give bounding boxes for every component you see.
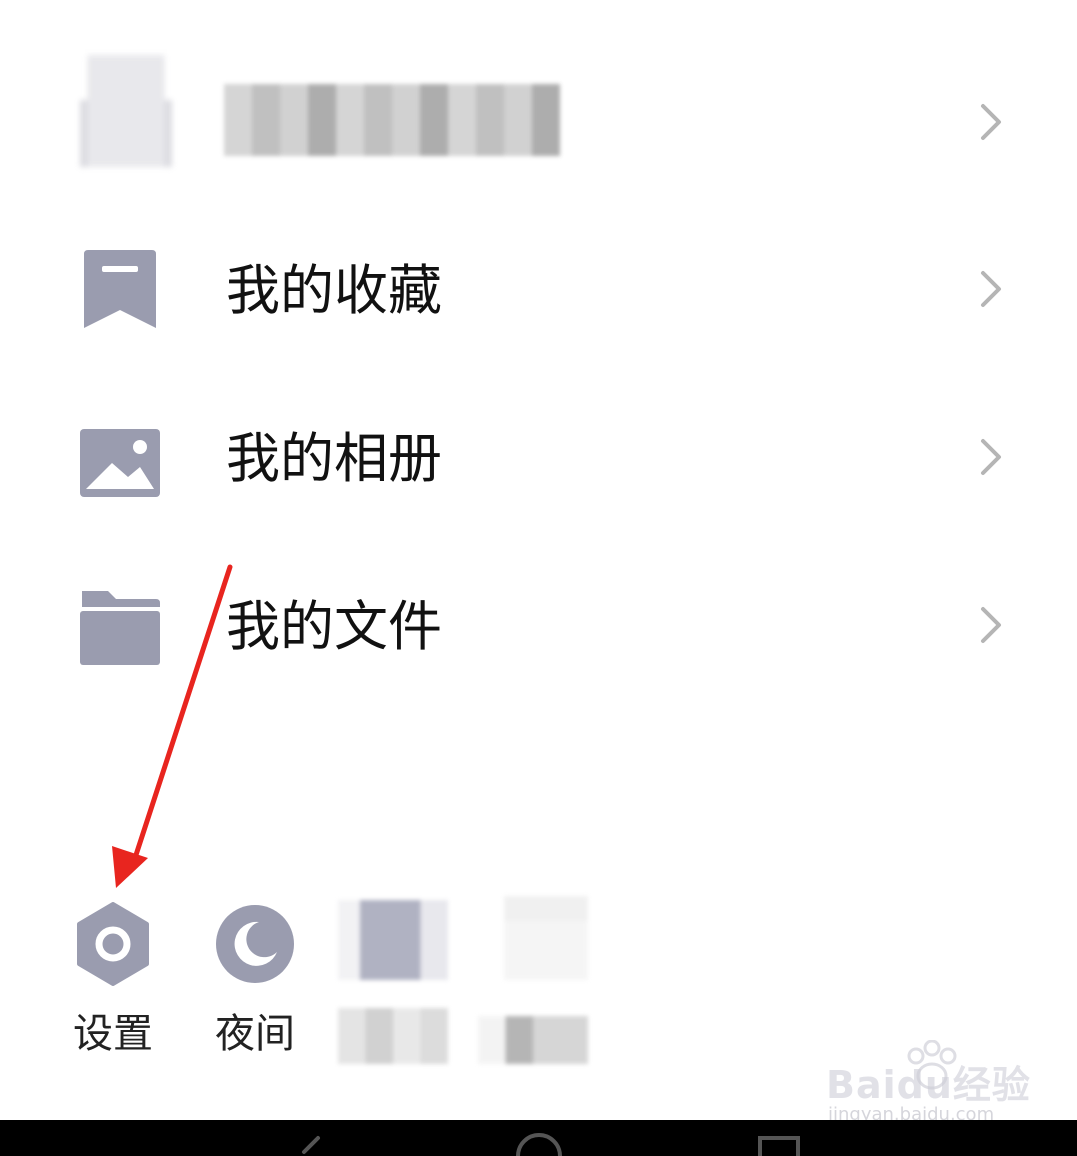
redacted-tool-label bbox=[338, 1008, 448, 1064]
watermark-brand: Baidu经验 bbox=[826, 1063, 1031, 1107]
menu-label-album: 我的相册 bbox=[226, 427, 442, 490]
recents-icon[interactable] bbox=[756, 1134, 802, 1156]
night-mode-button[interactable]: 夜间 bbox=[200, 880, 310, 1070]
redacted-text bbox=[224, 84, 560, 156]
redacted-avatar bbox=[80, 55, 172, 167]
chevron-right-icon bbox=[981, 104, 1001, 140]
menu-row-files[interactable]: 我的文件 bbox=[0, 551, 1077, 701]
chevron-right-icon bbox=[981, 607, 1001, 643]
night-mode-label: 夜间 bbox=[215, 1011, 295, 1057]
chevron-right-icon bbox=[981, 439, 1001, 475]
moon-icon bbox=[216, 905, 294, 983]
chevron-right-icon bbox=[981, 271, 1001, 307]
system-nav-bar bbox=[0, 1120, 1077, 1156]
menu-row-album[interactable]: 我的相册 bbox=[0, 383, 1077, 533]
menu-label-files: 我的文件 bbox=[226, 595, 442, 658]
folder-icon bbox=[80, 591, 160, 665]
menu-row-favorites[interactable]: 我的收藏 bbox=[0, 215, 1077, 365]
settings-label: 设置 bbox=[73, 1011, 153, 1057]
redacted-tool-icon bbox=[504, 896, 588, 980]
menu-row-redacted[interactable] bbox=[0, 45, 1077, 195]
home-icon[interactable] bbox=[514, 1132, 564, 1156]
app-screen: { "menu": { "items": [ { "id": "redacted… bbox=[0, 0, 1077, 1156]
hexagon-gear-icon bbox=[77, 902, 149, 986]
settings-button[interactable]: 设置 bbox=[58, 880, 168, 1070]
redacted-tool-button[interactable] bbox=[338, 880, 448, 1070]
redacted-tool-button[interactable] bbox=[478, 880, 588, 1070]
redacted-tool-icon bbox=[338, 900, 448, 980]
image-icon bbox=[80, 429, 160, 497]
menu-label-favorites: 我的收藏 bbox=[226, 259, 442, 322]
redacted-tool-label bbox=[478, 1016, 588, 1064]
bookmark-icon bbox=[84, 250, 156, 328]
back-icon[interactable] bbox=[296, 1134, 326, 1156]
